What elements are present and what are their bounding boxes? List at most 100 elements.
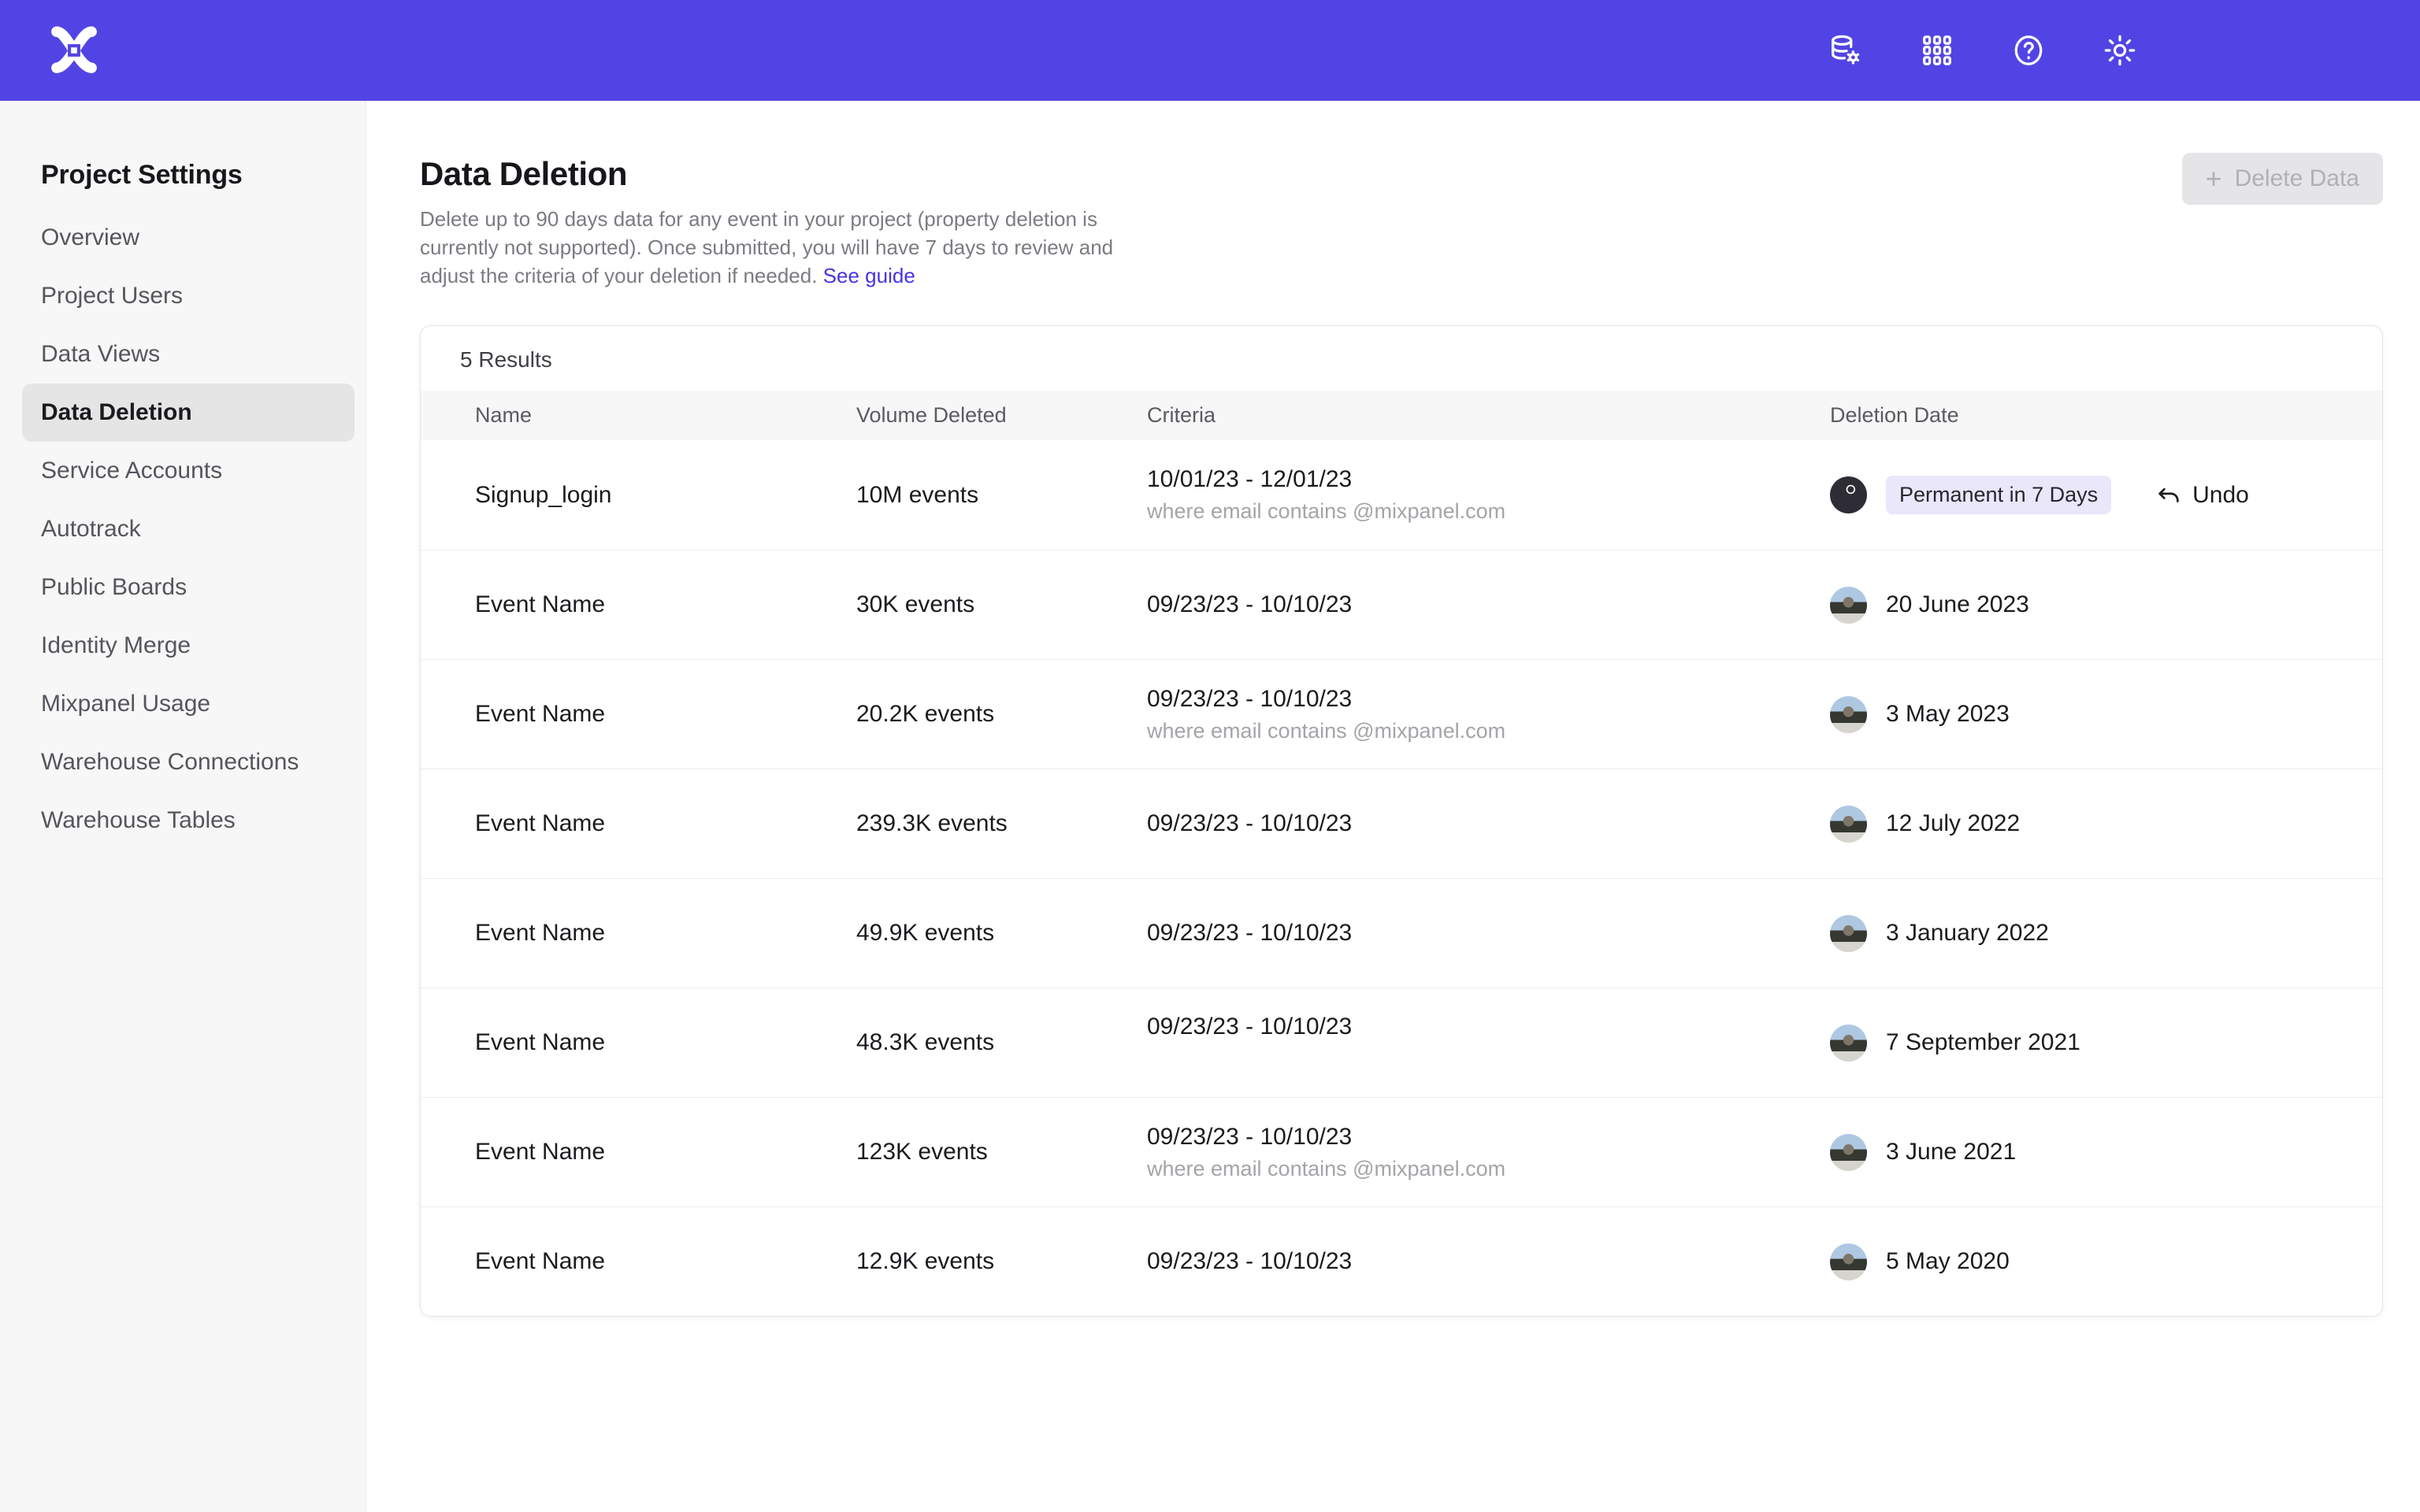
row-deletion-date: 3 May 2023	[1830, 696, 2382, 733]
deletion-date-text: 12 July 2022	[1886, 810, 2020, 837]
table-row: Event Name 123K events 09/23/23 - 10/10/…	[421, 1097, 2382, 1206]
main-content: Data Deletion Delete up to 90 days data …	[366, 101, 2420, 1512]
row-criteria: 09/23/23 - 10/10/23	[1147, 1248, 1830, 1275]
row-volume-deleted: 10M events	[856, 482, 1147, 509]
row-name: Signup_login	[475, 482, 856, 509]
description-line-3-text: adjust the criteria of your deletion if …	[420, 264, 817, 287]
undo-button[interactable]: Undo	[2155, 482, 2249, 509]
table-row: Event Name 48.3K events 09/23/23 - 10/10…	[421, 988, 2382, 1097]
deletion-date-text: 7 September 2021	[1886, 1029, 2080, 1056]
plus-icon: +	[2206, 165, 2222, 193]
row-volume-deleted: 20.2K events	[856, 701, 1147, 728]
table-row: Event Name 20.2K events 09/23/23 - 10/10…	[421, 659, 2382, 769]
user-avatar	[1830, 1025, 1867, 1062]
row-criteria: 09/23/23 - 10/10/23 where email contains…	[1147, 1124, 1830, 1181]
user-avatar	[1830, 587, 1867, 624]
results-count: 5 Results	[421, 326, 2382, 391]
row-deletion-date: 3 January 2022	[1830, 915, 2382, 952]
column-header-volume-deleted: Volume Deleted	[856, 403, 1147, 428]
row-name: Event Name	[475, 810, 856, 837]
sidebar-item-data-deletion[interactable]: Data Deletion	[22, 384, 354, 442]
criteria-date-range: 10/01/23 - 12/01/23	[1147, 466, 1830, 493]
criteria-subtext: where email contains @mixpanel.com	[1147, 499, 1830, 524]
row-criteria: 09/23/23 - 10/10/23	[1147, 810, 1830, 837]
sidebar-item-identity-merge[interactable]: Identity Merge	[22, 617, 354, 675]
delete-data-label: Delete Data	[2235, 165, 2359, 192]
deletion-date-text: 3 May 2023	[1886, 701, 2010, 728]
sidebar-item-warehouse-tables[interactable]: Warehouse Tables	[22, 791, 354, 850]
row-deletion-date: 12 July 2022	[1830, 806, 2382, 843]
row-criteria: 09/23/23 - 10/10/23 where email contains…	[1147, 686, 1830, 743]
user-avatar	[1830, 1134, 1867, 1171]
undo-icon	[2155, 482, 2182, 509]
row-name: Event Name	[475, 701, 856, 728]
deletion-date-text: 3 June 2021	[1886, 1139, 2016, 1166]
row-name: Event Name	[475, 591, 856, 618]
user-avatar	[1830, 915, 1867, 952]
column-header-criteria: Criteria	[1147, 403, 1830, 428]
row-name: Event Name	[475, 1248, 856, 1275]
page-title: Data Deletion	[420, 154, 2383, 194]
project-settings-sidebar: Project Settings Overview Project Users …	[0, 101, 366, 1512]
criteria-date-range: 09/23/23 - 10/10/23	[1147, 686, 1830, 713]
row-volume-deleted: 30K events	[856, 591, 1147, 618]
undo-label: Undo	[2192, 482, 2249, 509]
row-deletion-date: 20 June 2023	[1830, 587, 2382, 624]
sidebar-item-mixpanel-usage[interactable]: Mixpanel Usage	[22, 675, 354, 733]
row-deletion-date: 3 June 2021	[1830, 1134, 2382, 1171]
deletion-date-text: 20 June 2023	[1886, 591, 2029, 618]
deletion-date-text: 3 January 2022	[1886, 920, 2049, 947]
criteria-date-range: 09/23/23 - 10/10/23	[1147, 1014, 1830, 1040]
mixpanel-logo-icon[interactable]	[44, 20, 104, 80]
row-criteria: 09/23/23 - 10/10/23	[1147, 591, 1830, 618]
description-line-3: adjust the criteria of your deletion if …	[420, 261, 2383, 290]
topbar-icon-group	[1826, 31, 2376, 70]
deletion-date-text: 5 May 2020	[1886, 1248, 2010, 1275]
user-avatar	[1830, 806, 1867, 843]
data-management-icon[interactable]	[1826, 31, 1865, 70]
row-criteria: 09/23/23 - 10/10/23	[1147, 1029, 1830, 1056]
column-header-deletion-date: Deletion Date	[1830, 403, 2382, 428]
sidebar-item-data-views[interactable]: Data Views	[22, 325, 354, 384]
criteria-date-range: 09/23/23 - 10/10/23	[1147, 1124, 1830, 1151]
see-guide-link[interactable]: See guide	[823, 264, 915, 287]
page-description: Delete up to 90 days data for any event …	[420, 205, 2383, 290]
criteria-date-range: 09/23/23 - 10/10/23	[1147, 591, 1830, 618]
sidebar-item-overview[interactable]: Overview	[22, 209, 354, 267]
row-volume-deleted: 123K events	[856, 1139, 1147, 1166]
help-icon[interactable]	[2009, 31, 2048, 70]
row-deletion-date: 5 May 2020	[1830, 1243, 2382, 1280]
sidebar-nav: Overview Project Users Data Views Data D…	[0, 209, 366, 850]
row-volume-deleted: 49.9K events	[856, 920, 1147, 947]
sidebar-item-project-users[interactable]: Project Users	[22, 267, 354, 325]
deletion-requests-card: 5 Results Name Volume Deleted Criteria D…	[420, 325, 2383, 1317]
row-criteria: 10/01/23 - 12/01/23 where email contains…	[1147, 466, 1830, 524]
apps-grid-icon[interactable]	[1917, 31, 1957, 70]
status-badge: Permanent in 7 Days	[1886, 476, 2111, 514]
table-body: Signup_login 10M events 10/01/23 - 12/01…	[421, 440, 2382, 1316]
table-header-row: Name Volume Deleted Criteria Deletion Da…	[421, 391, 2382, 440]
table-row: Event Name 49.9K events 09/23/23 - 10/10…	[421, 878, 2382, 988]
row-criteria: 09/23/23 - 10/10/23	[1147, 920, 1830, 947]
criteria-date-range: 09/23/23 - 10/10/23	[1147, 810, 1830, 837]
settings-gear-icon[interactable]	[2100, 31, 2140, 70]
row-deletion-date: Permanent in 7 Days Undo	[1830, 476, 2382, 514]
row-deletion-date: 7 September 2021	[1830, 1025, 2382, 1062]
row-volume-deleted: 239.3K events	[856, 810, 1147, 837]
table-row: Event Name 239.3K events 09/23/23 - 10/1…	[421, 769, 2382, 878]
sidebar-item-service-accounts[interactable]: Service Accounts	[22, 442, 354, 500]
sidebar-item-public-boards[interactable]: Public Boards	[22, 558, 354, 617]
criteria-date-range: 09/23/23 - 10/10/23	[1147, 1248, 1830, 1275]
table-row: Event Name 12.9K events 09/23/23 - 10/10…	[421, 1206, 2382, 1316]
description-line-2: currently not supported). Once submitted…	[420, 233, 2383, 261]
top-navigation-bar	[0, 0, 2420, 101]
table-row: Event Name 30K events 09/23/23 - 10/10/2…	[421, 550, 2382, 659]
row-name: Event Name	[475, 1029, 856, 1056]
user-avatar	[1830, 1243, 1867, 1280]
row-name: Event Name	[475, 920, 856, 947]
user-avatar	[1830, 476, 1867, 513]
sidebar-item-autotrack[interactable]: Autotrack	[22, 500, 354, 558]
sidebar-item-warehouse-connections[interactable]: Warehouse Connections	[22, 733, 354, 791]
delete-data-button[interactable]: + Delete Data	[2182, 153, 2383, 205]
criteria-subtext: where email contains @mixpanel.com	[1147, 719, 1830, 743]
